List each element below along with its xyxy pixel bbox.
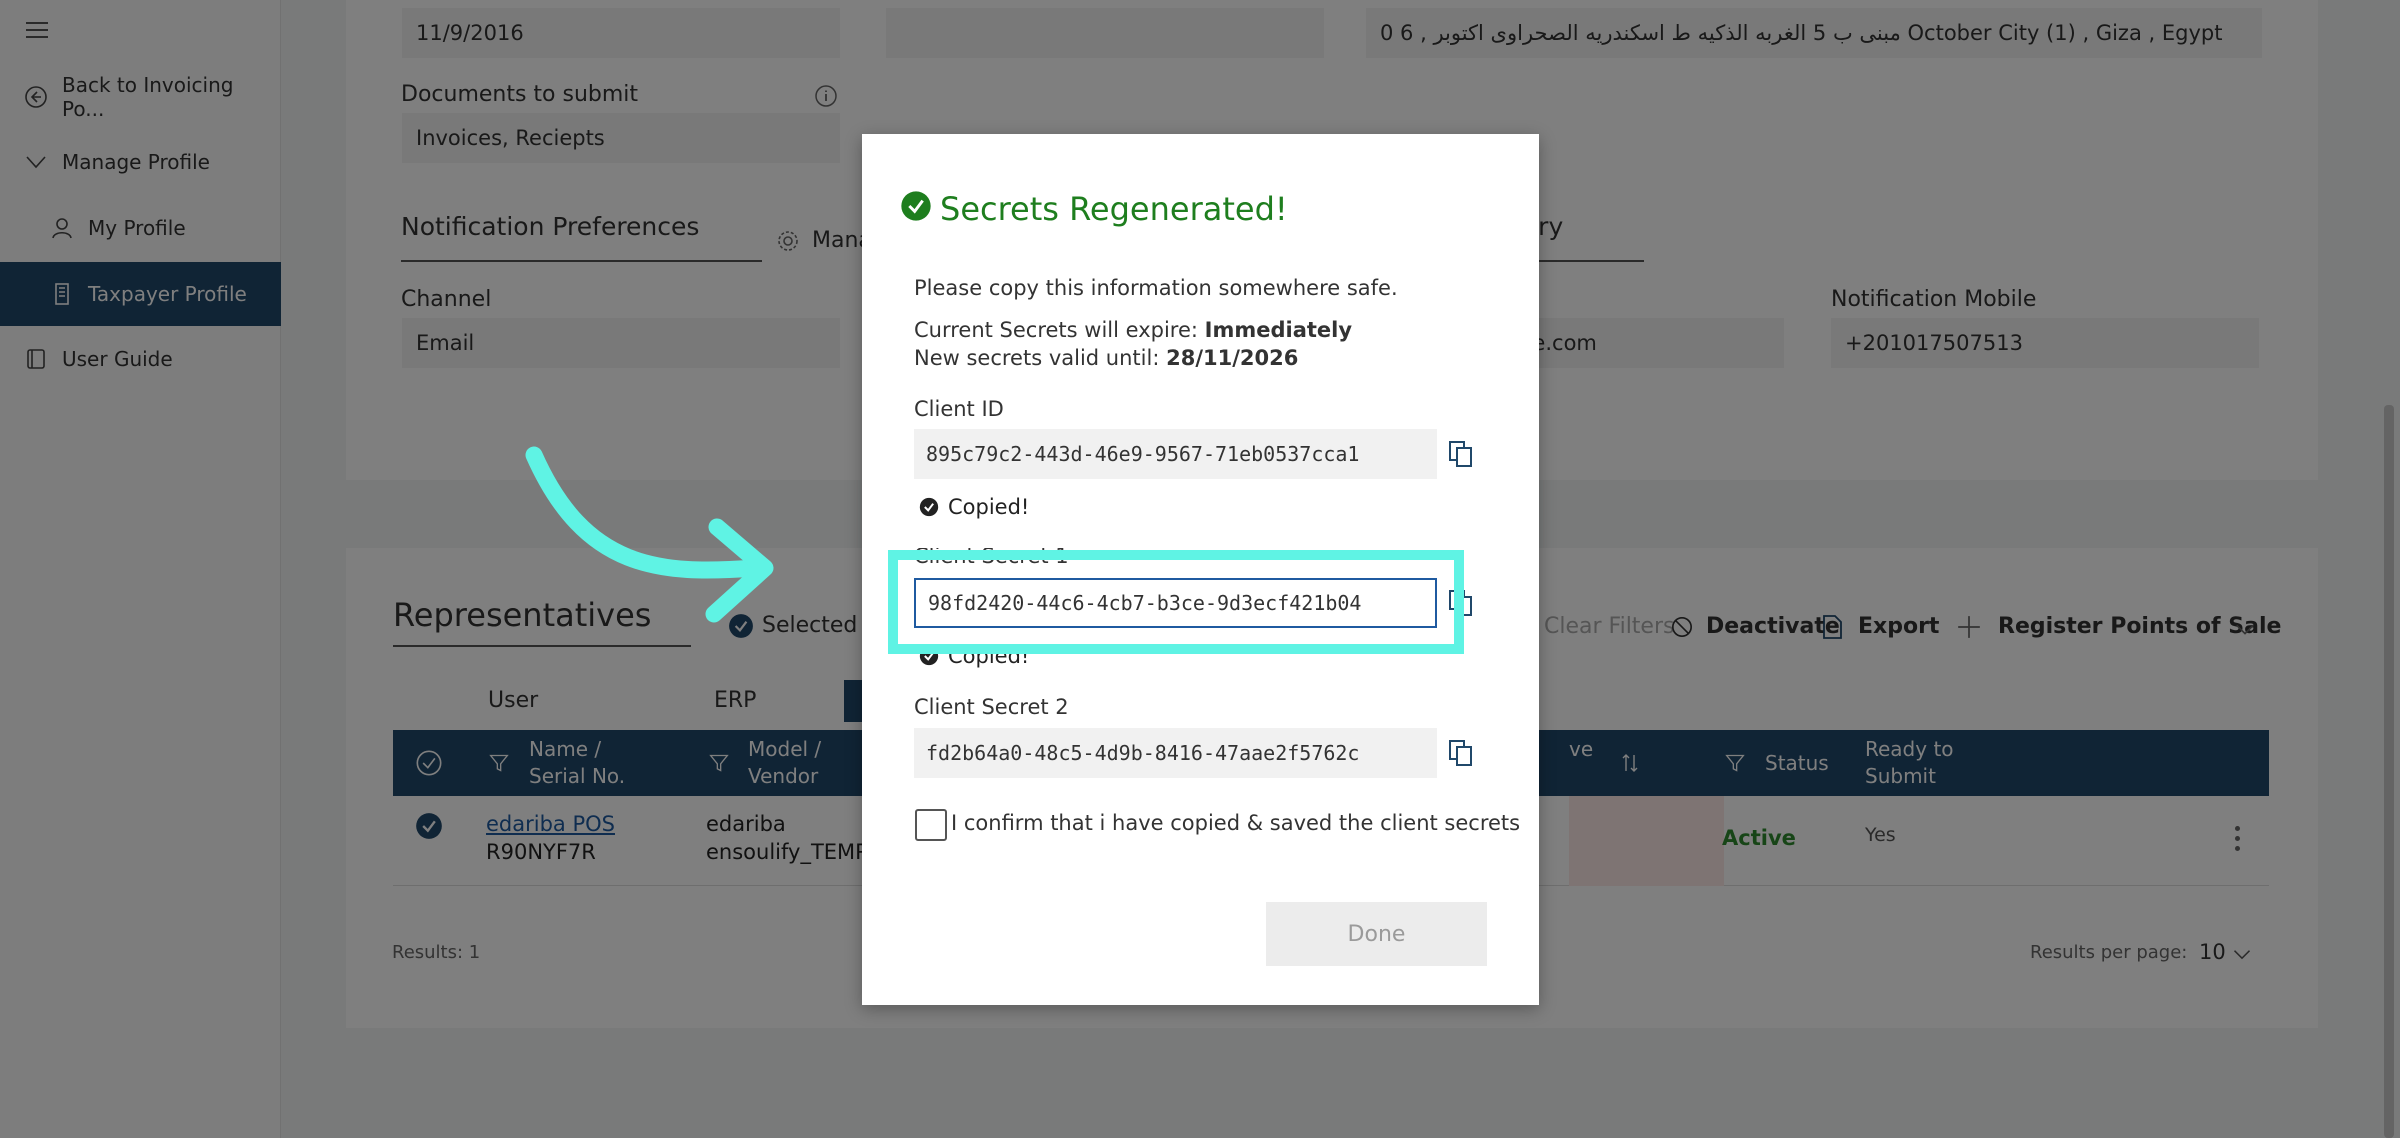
curved-arrow-annotation <box>525 446 774 623</box>
